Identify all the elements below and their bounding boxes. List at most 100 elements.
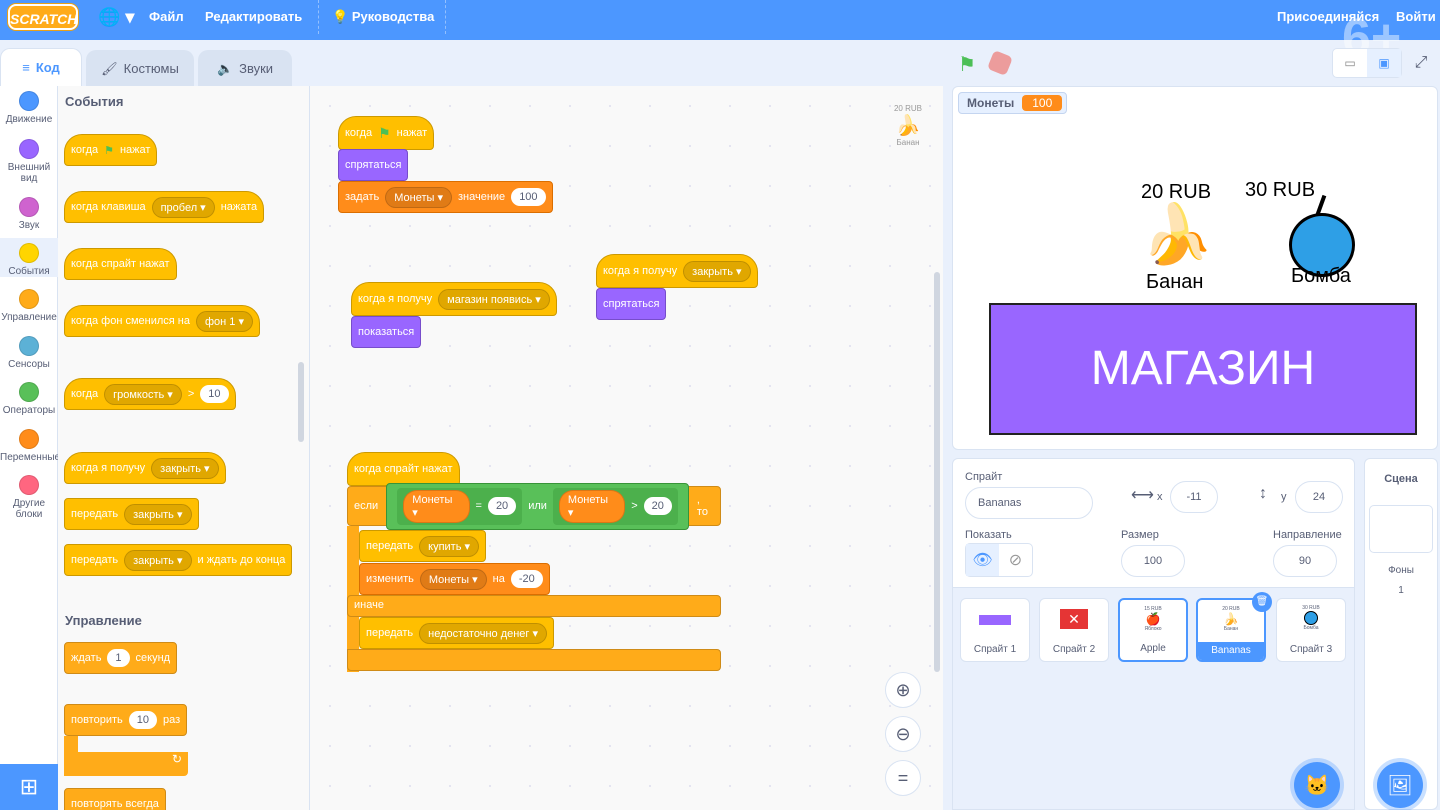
script3-hide-block[interactable]: спрятаться — [596, 288, 667, 320]
category-8[interactable]: Другие блоки — [0, 470, 58, 520]
key-dropdown[interactable]: пробел — [151, 196, 215, 218]
green-flag-icon[interactable]: ⚑ — [958, 52, 976, 77]
greater-operator[interactable]: Монеты >20 — [552, 487, 678, 525]
value-input[interactable]: 20 — [643, 497, 672, 515]
category-4[interactable]: Управление — [0, 284, 58, 323]
forever-block[interactable]: повторять всегда — [64, 788, 166, 810]
broadcast-block[interactable]: передать закрыть — [64, 498, 199, 530]
signin-link[interactable]: Войти — [1396, 0, 1436, 40]
direction-field[interactable]: 90 — [1273, 545, 1337, 577]
variable-reporter[interactable]: Монеты — [558, 489, 626, 523]
message-dropdown[interactable]: закрыть — [124, 503, 192, 525]
variable-dropdown[interactable]: Монеты — [385, 186, 452, 208]
fullscreen-icon[interactable]: ⤢ — [1406, 48, 1436, 78]
choose-backdrop-icon[interactable]: 🖼 — [1377, 762, 1423, 808]
broadcast-wait-block[interactable]: передать закрыть и ждать до конца — [64, 544, 293, 576]
number-input[interactable]: 1 — [107, 649, 130, 667]
loudness-dropdown[interactable]: громкость — [104, 383, 182, 405]
when-loudness-block[interactable]: когда громкость >10 — [64, 378, 236, 410]
zoom-in-icon[interactable]: ⊕ — [885, 672, 921, 708]
block-text: на — [492, 573, 505, 585]
broadcast-no-money-block[interactable]: передать недостаточно денег — [359, 617, 555, 649]
x-field[interactable]: -11 — [1170, 481, 1218, 513]
broadcast-buy-block[interactable]: передать купить — [359, 530, 487, 562]
when-backdrop-block[interactable]: когда фон сменился на фон 1 — [64, 305, 260, 337]
script2-when-receive[interactable]: когда я получу магазин появись — [351, 282, 557, 316]
script1-set-var-block[interactable]: задать Монеты значение 100 — [338, 181, 553, 213]
backdrop-dropdown[interactable]: фон 1 — [196, 310, 253, 332]
normal-stage-icon[interactable]: ▣ — [1367, 49, 1401, 77]
tab-code[interactable]: ≡ Код — [0, 48, 82, 86]
wait-block[interactable]: ждать 1 секунд — [64, 642, 178, 674]
script1-hide-block[interactable]: спрятаться — [338, 149, 409, 181]
script3-when-receive[interactable]: когда я получу закрыть — [596, 254, 758, 288]
message-dropdown[interactable]: закрыть — [151, 457, 219, 479]
y-field[interactable]: 24 — [1295, 481, 1343, 513]
menu-edit[interactable]: Редактировать — [205, 0, 302, 40]
language-globe-icon[interactable]: 🌐 ▾ — [98, 0, 134, 40]
message-dropdown[interactable]: закрыть — [124, 549, 192, 571]
tab-sounds[interactable]: 🔈 Звуки — [198, 50, 292, 86]
scratch-logo[interactable]: SCRATCH — [8, 4, 78, 30]
script1-when-flag[interactable]: когда ⚑ нажат — [338, 116, 435, 150]
sprite-name-field[interactable]: Bananas — [965, 487, 1093, 519]
category-0[interactable]: Движение — [0, 86, 58, 125]
when-receive-block[interactable]: когда я получу закрыть — [64, 452, 226, 484]
when-key-block[interactable]: когда клавиша пробел нажата — [64, 191, 265, 223]
value-input[interactable]: -20 — [510, 570, 543, 588]
category-3[interactable]: События — [0, 238, 58, 277]
value-input[interactable]: 100 — [511, 188, 546, 206]
repeat-block[interactable]: повторить 10 раз — [64, 704, 188, 736]
menu-file[interactable]: Файл — [149, 0, 184, 40]
code-workspace[interactable]: 20 RUB 🍌 Банан когда ⚑ нажат спрятаться зада… — [310, 86, 943, 810]
zoom-out-icon[interactable]: ⊖ — [885, 716, 921, 752]
when-sprite-clicked-block[interactable]: когда спрайт нажат — [64, 248, 177, 280]
sprite-tile[interactable]: 30 RUB Бомба Спрайт 3 — [1276, 598, 1346, 662]
change-var-block[interactable]: изменить Монеты на -20 — [359, 563, 550, 595]
message-dropdown[interactable]: магазин появись — [438, 288, 550, 310]
sprite-tile[interactable]: ✕ Спрайт 2 — [1039, 598, 1109, 662]
script2-show-block[interactable]: показаться — [351, 316, 422, 348]
message-dropdown[interactable]: купить — [419, 535, 480, 557]
delete-sprite-icon[interactable]: 🗑 — [1252, 592, 1272, 612]
category-2[interactable]: Звук — [0, 192, 58, 231]
when-flag-block[interactable]: когда ⚑ нажат — [64, 134, 158, 166]
tab-costumes[interactable]: 🖌 Костюмы — [86, 50, 194, 86]
block-text: когда фон сменился на — [71, 315, 190, 327]
script4-when-clicked[interactable]: когда спрайт нажат — [347, 452, 460, 486]
choose-sprite-icon[interactable]: 🐱 — [1294, 762, 1340, 808]
category-5[interactable]: Сенсоры — [0, 331, 58, 370]
stage-thumbnail[interactable] — [1369, 505, 1433, 553]
or-operator[interactable]: Монеты = 20 или Монеты >20 — [386, 482, 689, 530]
variable-reporter[interactable]: Монеты — [403, 489, 470, 523]
number-input[interactable]: 10 — [200, 385, 229, 403]
sprite-tile[interactable]: Спрайт 1 — [960, 598, 1030, 662]
if-else-block[interactable]: если Монеты = 20 или Монеты >20 , то — [347, 482, 721, 530]
banana-sprite-icon[interactable]: 🍌 — [1141, 205, 1213, 265]
shop-sprite[interactable]: МАГАЗИН — [989, 303, 1417, 435]
message-dropdown[interactable]: закрыть — [683, 260, 751, 282]
category-7[interactable]: Переменные — [0, 424, 60, 463]
block-text: секунд — [135, 652, 171, 664]
workspace-scrollbar[interactable] — [934, 272, 940, 672]
sprite-tile[interactable]: 15 RUB 🍎 Яблоко Apple — [1118, 598, 1188, 662]
visibility-toggle: 👁 ⊘ — [965, 543, 1033, 577]
stage-canvas[interactable]: Монеты 100 20 RUB 🍌 Банан 30 RUB Бомба МА… — [952, 86, 1438, 450]
palette-scrollbar[interactable] — [298, 362, 304, 442]
eye-icon[interactable]: 👁 — [966, 544, 999, 576]
category-1[interactable]: Внешний вид — [0, 134, 58, 184]
equals-operator[interactable]: Монеты = 20 — [397, 487, 523, 525]
number-input[interactable]: 10 — [128, 711, 157, 729]
menu-tutorials[interactable]: 💡 Руководства — [332, 0, 434, 40]
variable-dropdown[interactable]: Монеты — [419, 568, 487, 590]
stop-icon[interactable] — [986, 49, 1014, 77]
category-6[interactable]: Операторы — [0, 377, 58, 416]
message-dropdown[interactable]: недостаточно денег — [419, 622, 548, 644]
zoom-reset-icon[interactable]: = — [885, 760, 921, 796]
corner-price: 20 RUB — [893, 104, 922, 113]
size-field[interactable]: 100 — [1121, 545, 1185, 577]
eye-hidden-icon[interactable]: ⊘ — [999, 544, 1032, 576]
extensions-button[interactable]: ⊞ — [0, 764, 58, 810]
small-stage-icon[interactable]: ▭ — [1333, 49, 1367, 77]
value-input[interactable]: 20 — [487, 497, 517, 515]
